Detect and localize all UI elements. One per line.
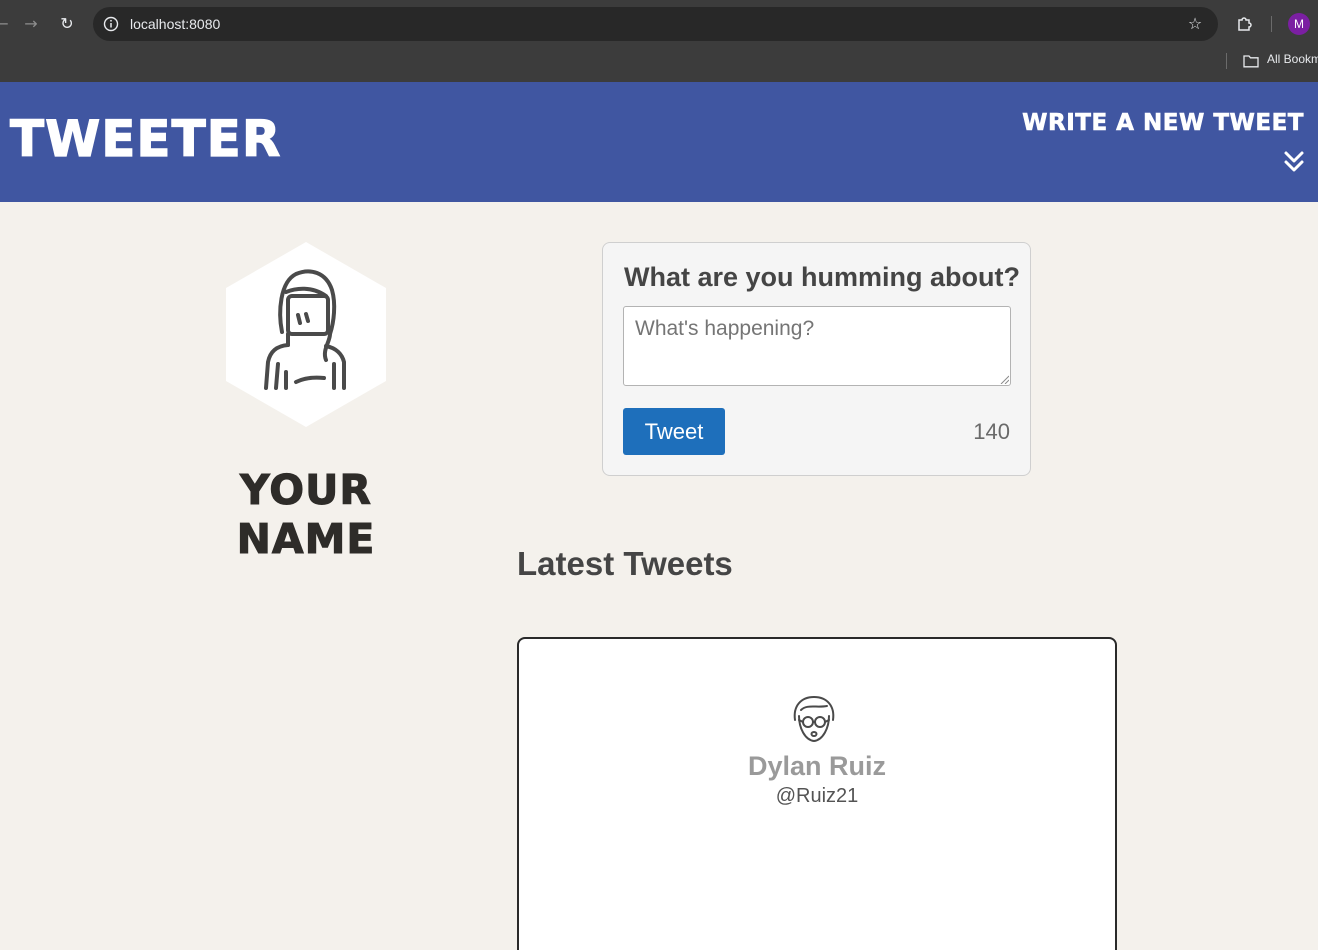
all-bookmarks-link[interactable]: All Bookm [1267,52,1318,66]
bookmarks-divider [1226,53,1227,69]
folder-icon [1243,55,1259,68]
profile-avatar-hexagon [226,242,386,427]
chevron-double-down-icon[interactable] [1282,150,1306,174]
tweet-card: Dylan Ruiz @Ruiz21 [517,637,1117,950]
tweet-author-name: Dylan Ruiz [747,751,887,781]
bookmarks-bar: All Bookm [0,47,1318,82]
extensions-icon[interactable] [1235,13,1255,33]
info-icon[interactable] [103,16,119,32]
compose-title: What are you humming about? [624,262,1020,292]
character-counter: 140 [973,419,1010,444]
toolbar-divider [1271,16,1272,32]
address-bar[interactable]: localhost:8080 ☆ [93,7,1218,41]
new-tweet-form: What are you humming about? Tweet 140 [602,242,1031,476]
resize-handle-icon[interactable] [999,374,1009,384]
tweet-button[interactable]: Tweet [623,408,725,455]
back-icon[interactable]: ← [0,12,14,36]
url-text[interactable]: localhost:8080 [130,7,220,41]
reload-icon[interactable]: ↻ [55,12,79,36]
profile-name: Your Name [236,466,376,564]
brand-title[interactable]: Tweeter [9,109,281,168]
write-new-tweet-link[interactable]: Write a new tweet [1022,110,1304,137]
tweet-avatar-icon [793,696,835,742]
app-header: Tweeter Write a new tweet [0,82,1318,202]
star-icon[interactable]: ☆ [1186,15,1204,33]
tweet-textarea[interactable] [623,306,1011,386]
latest-tweets-heading: Latest Tweets [517,545,733,582]
forward-icon[interactable]: → [19,12,43,36]
profile-avatar[interactable]: M [1288,13,1310,35]
tweet-author-handle: @Ruiz21 [775,785,859,807]
browser-toolbar: ← → ↻ localhost:8080 ☆ M [0,0,1318,47]
